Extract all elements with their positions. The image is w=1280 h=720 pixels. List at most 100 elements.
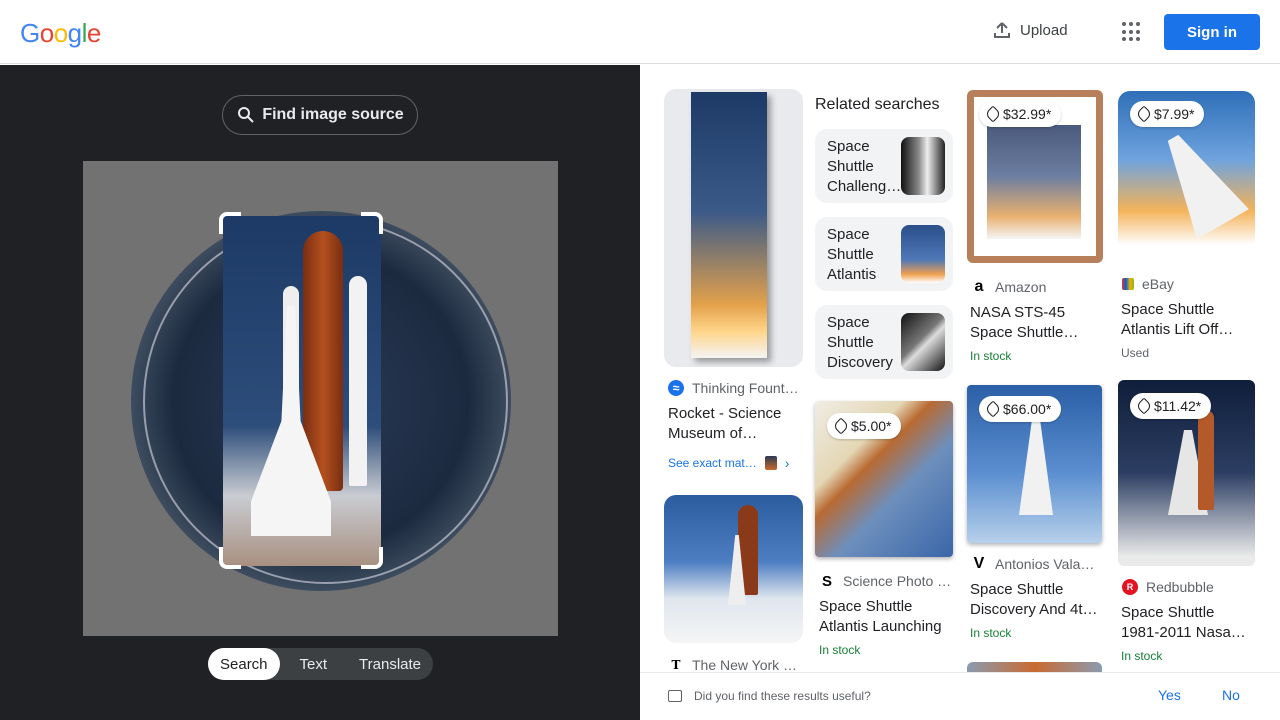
see-exact-matches-link[interactable]: See exact mat… › <box>668 455 789 471</box>
result-title[interactable]: NASA STS-45 Space Shuttle… <box>970 303 1104 343</box>
stock-status: In stock <box>970 626 1012 640</box>
tab-text[interactable]: Text <box>280 648 348 680</box>
related-search-thumb <box>901 313 945 371</box>
stock-status: In stock <box>970 349 1012 363</box>
feedback-no-button[interactable]: No <box>1222 687 1240 703</box>
result-source[interactable]: T The New York … <box>668 657 798 673</box>
related-search-label: Space Shuttle Atlantis <box>827 226 877 283</box>
result-source[interactable]: S Science Photo … <box>819 572 952 590</box>
upload-label: Upload <box>1020 21 1068 39</box>
result-image[interactable] <box>664 495 803 643</box>
find-image-source-label: Find image source <box>262 106 404 123</box>
chevron-right-icon: › <box>784 455 790 471</box>
tab-translate[interactable]: Translate <box>347 648 433 680</box>
find-image-source-button[interactable]: Find image source <box>222 95 418 135</box>
related-search-label: Space Shuttle Challeng… <box>827 138 902 195</box>
crop-handle-top-left[interactable] <box>219 212 241 234</box>
price-label: $5.00* <box>851 418 892 434</box>
tag-icon <box>984 105 1002 123</box>
result-image-content <box>1019 415 1053 515</box>
related-search-item[interactable]: Space Shuttle Challeng… <box>815 129 953 203</box>
price-badge: $5.00* <box>827 413 902 439</box>
exact-match-thumb <box>764 456 777 470</box>
logo-letter: G <box>20 18 40 48</box>
result-image-content <box>691 92 767 358</box>
lens-image-panel: Find image source Search Text Translate <box>0 65 640 720</box>
apps-grid-icon[interactable] <box>1122 22 1142 42</box>
result-image-content <box>987 125 1081 239</box>
result-source-label: Redbubble <box>1146 579 1214 595</box>
result-title[interactable]: Space Shuttle Discovery And 4t… <box>970 580 1104 620</box>
result-image-content <box>1198 410 1214 510</box>
price-label: $32.99* <box>1003 106 1052 122</box>
condition-status: Used <box>1121 346 1150 360</box>
result-title[interactable]: Space Shuttle Atlantis Lift Off… <box>1121 300 1255 340</box>
result-image[interactable] <box>664 89 803 367</box>
redbubble-logo-icon: R <box>1122 579 1138 595</box>
result-title[interactable]: Rocket - Science Museum of… <box>668 404 798 444</box>
top-bar: Google Upload Sign in <box>0 0 1280 64</box>
price-label: $66.00* <box>1003 401 1052 417</box>
nyt-logo-icon: T <box>671 658 681 672</box>
result-source[interactable]: V Antonios Vala… <box>971 555 1095 572</box>
booster-right <box>349 276 367 486</box>
price-badge: $32.99* <box>979 101 1062 127</box>
related-search-label: Space Shuttle Discovery <box>827 314 893 371</box>
tag-icon <box>984 400 1002 418</box>
antonios-logo-icon: V <box>973 555 985 572</box>
related-search-item[interactable]: Space Shuttle Atlantis <box>815 217 953 291</box>
result-source[interactable]: a Amazon <box>971 278 1047 295</box>
stock-status: In stock <box>819 643 861 657</box>
result-source-label: Antonios Vala… <box>995 556 1095 572</box>
logo-letter: o <box>39 18 54 48</box>
crop-handle-bottom-left[interactable] <box>219 547 241 569</box>
feedback-yes-button[interactable]: Yes <box>1158 687 1181 703</box>
result-title[interactable]: Space Shuttle Atlantis Launching <box>819 597 953 637</box>
result-source-label: eBay <box>1142 276 1174 292</box>
logo-letter: e <box>86 18 101 48</box>
result-source-label: Thinking Fount… <box>692 380 799 396</box>
tag-icon <box>1135 105 1153 123</box>
amazon-logo-icon: a <box>974 278 984 295</box>
price-label: $11.42* <box>1154 398 1202 414</box>
feedback-icon <box>668 690 682 702</box>
source-favicon-icon: ≈ <box>668 380 684 396</box>
logo-letter: g <box>67 18 82 48</box>
stock-status: In stock <box>1121 649 1163 663</box>
crop-handle-bottom-right[interactable] <box>361 547 383 569</box>
result-source[interactable]: R Redbubble <box>1122 579 1214 595</box>
feedback-question: Did you find these results useful? <box>694 689 871 703</box>
query-image <box>83 161 558 636</box>
related-search-thumb <box>901 225 945 283</box>
see-exact-matches-label: See exact mat… <box>668 456 757 470</box>
science-photo-logo-icon: S <box>821 572 832 590</box>
google-logo[interactable]: Google <box>20 18 101 49</box>
result-source-label: The New York … <box>692 657 798 673</box>
related-search-thumb <box>901 137 945 195</box>
result-source-label: Science Photo … <box>843 573 952 589</box>
sign-in-button[interactable]: Sign in <box>1164 14 1260 50</box>
ebay-logo-icon <box>1122 278 1134 290</box>
feedback-bar: Did you find these results useful? Yes N… <box>640 672 1280 720</box>
tag-icon <box>1135 397 1153 415</box>
result-source[interactable]: eBay <box>1122 276 1174 292</box>
result-title[interactable]: Space Shuttle 1981-2011 Nasa… <box>1121 603 1255 643</box>
upload-button[interactable]: Upload <box>992 20 1068 40</box>
mode-tabs: Search Text Translate <box>208 648 434 680</box>
price-badge: $11.42* <box>1130 393 1212 419</box>
related-search-item[interactable]: Space Shuttle Discovery <box>815 305 953 379</box>
result-image-content <box>1147 123 1249 240</box>
results-panel: ≈ Thinking Fount… Rocket - Science Museu… <box>640 65 1280 720</box>
logo-letter: o <box>53 18 68 48</box>
result-source-label: Amazon <box>995 279 1047 295</box>
price-badge: $7.99* <box>1130 101 1205 127</box>
tab-search[interactable]: Search <box>208 648 280 680</box>
crop-handle-top-right[interactable] <box>361 212 383 234</box>
price-label: $7.99* <box>1154 106 1195 122</box>
related-searches-heading: Related searches <box>815 96 940 113</box>
selected-crop-region[interactable] <box>223 216 381 566</box>
price-badge: $66.00* <box>979 396 1062 422</box>
upload-icon <box>994 22 1010 38</box>
tag-icon <box>832 417 850 435</box>
result-source[interactable]: ≈ Thinking Fount… <box>668 380 799 396</box>
